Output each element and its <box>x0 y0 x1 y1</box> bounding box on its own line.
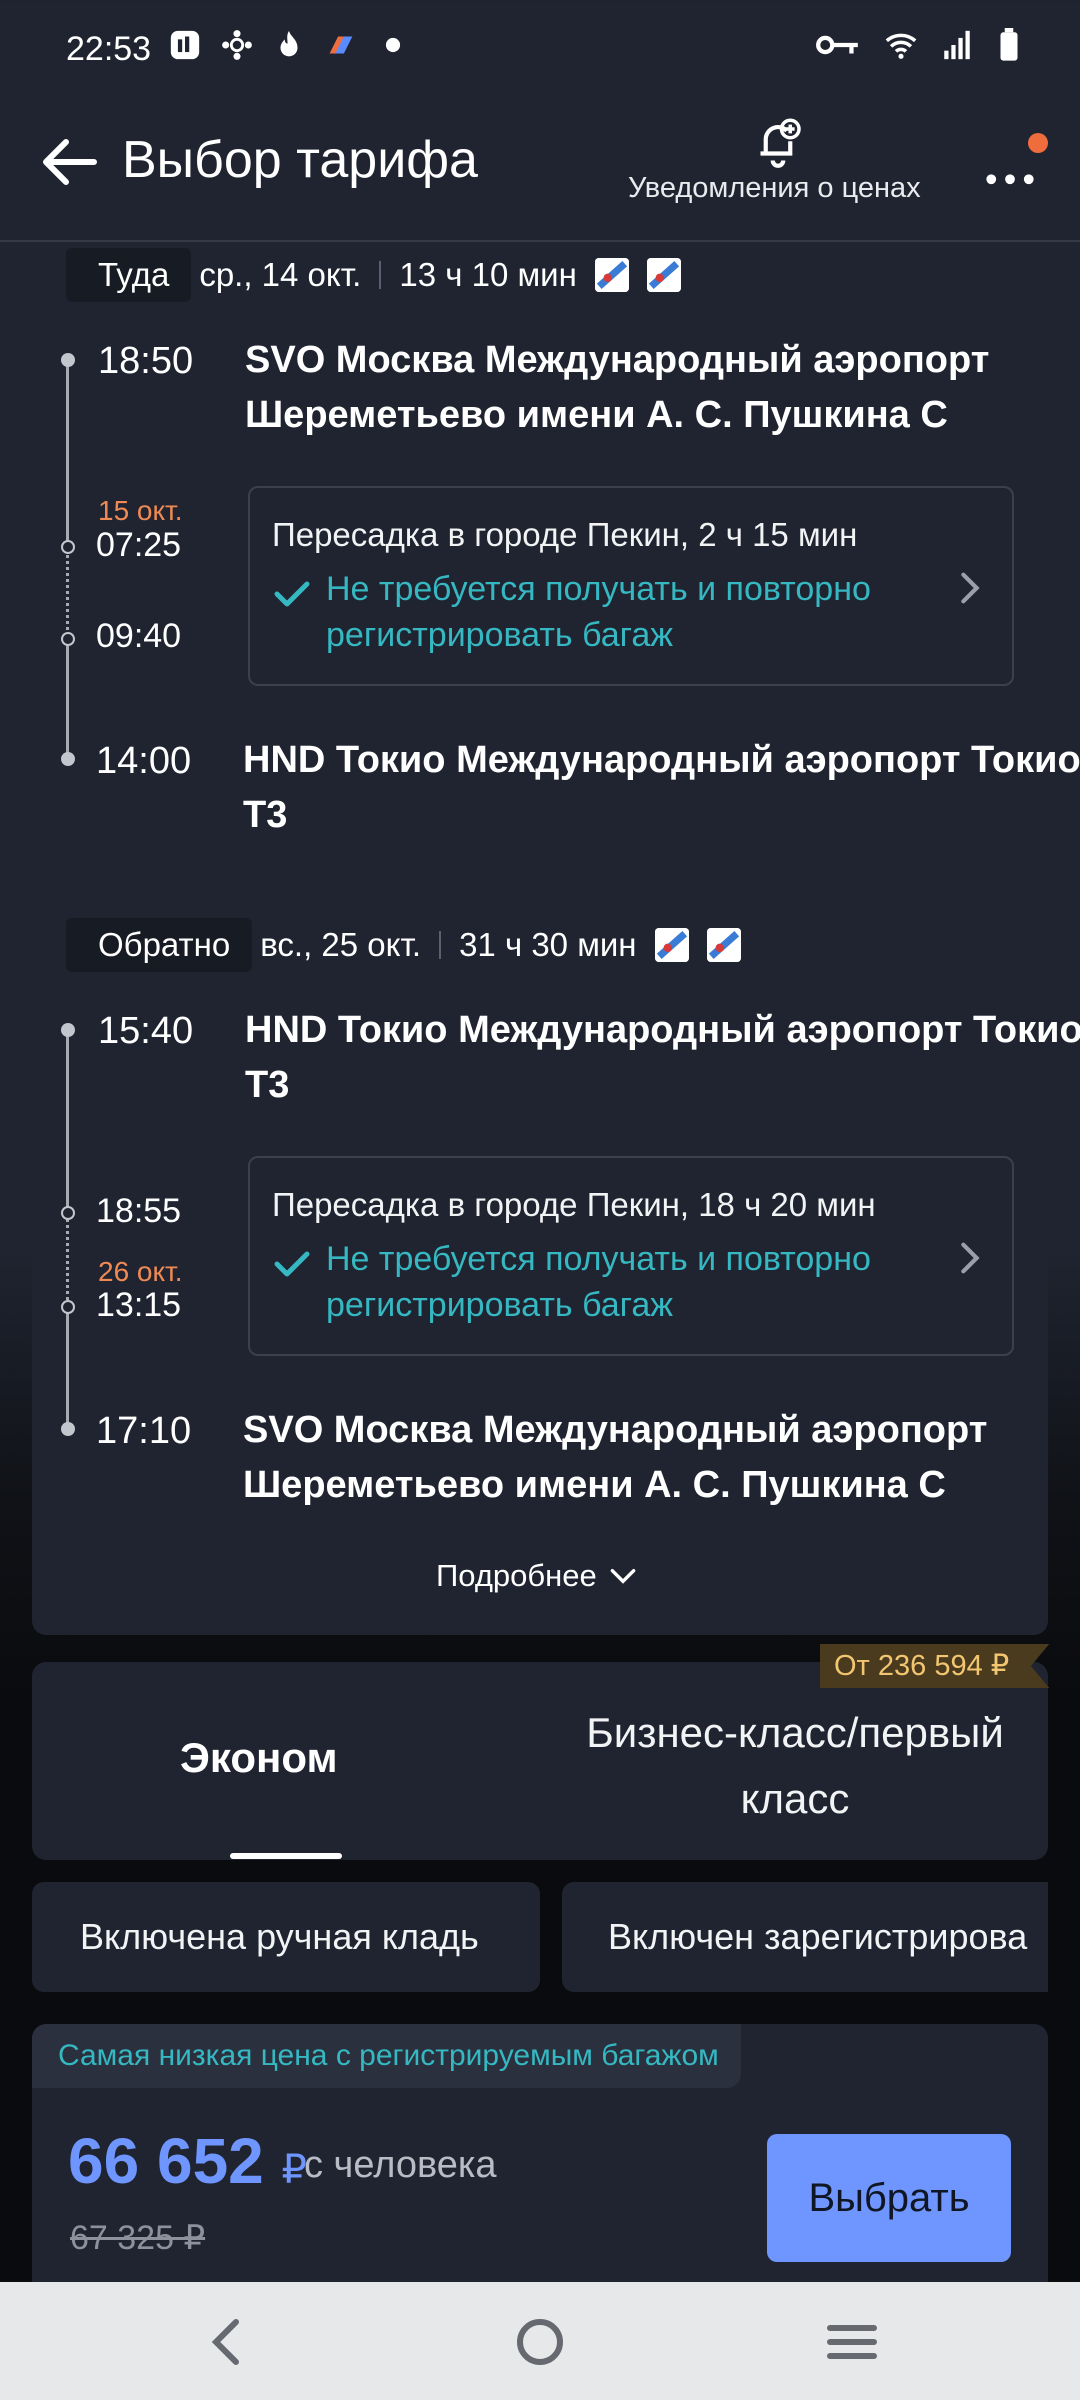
timeline-dot <box>61 1422 75 1436</box>
status-left-icons <box>168 28 410 62</box>
dot-icon <box>385 37 401 53</box>
back-arrow-icon[interactable] <box>38 130 102 194</box>
check-icon <box>274 1251 310 1277</box>
chevron-down-icon <box>610 1569 636 1584</box>
tab-selected-indicator <box>230 1853 342 1859</box>
airline-logo-icon <box>646 258 681 292</box>
status-time: 22:53 <box>66 30 152 68</box>
unread-dot <box>1028 133 1048 153</box>
tab-economy[interactable]: Эконом <box>180 1734 338 1782</box>
transfer-arrive-time: 07:25 <box>96 526 182 564</box>
arrival-time: 14:00 <box>96 740 192 782</box>
transfer-title: Пересадка в городе Пекин, 2 ч 15 мин <box>272 516 858 553</box>
app-badge-icon <box>170 30 200 60</box>
timeline-stop <box>61 632 75 646</box>
timeline-stop <box>61 540 75 554</box>
direction-chip: Туда <box>66 248 192 302</box>
fare-badge: Самая низкая цена с регистрируемым багаж… <box>32 2024 741 2088</box>
arrival-airport: HND Токио Международный аэропорт Токио T… <box>243 739 1080 836</box>
separator <box>439 931 442 959</box>
app-logo-icon <box>329 36 353 54</box>
price-value: 66 652 <box>68 2125 264 2197</box>
price-notifications-label[interactable]: Уведомления о ценах <box>628 172 921 205</box>
status-right-icons <box>814 28 1022 62</box>
flame-icon <box>280 30 298 57</box>
timeline-dot <box>61 353 75 367</box>
battery-icon <box>1000 28 1018 61</box>
separator <box>379 261 382 289</box>
transfer-arrive-time: 18:55 <box>96 1192 182 1230</box>
key-icon <box>816 35 858 55</box>
check-icon <box>274 581 310 607</box>
next-day-date: 15 окт. <box>98 495 183 526</box>
next-day-date: 26 окт. <box>98 1256 183 1287</box>
old-price: 67 325 ₽ <box>70 2219 206 2257</box>
arrival-time: 17:10 <box>96 1410 192 1452</box>
timeline-line <box>66 640 69 760</box>
transfer-depart-time: 09:40 <box>96 617 182 655</box>
timeline-stop <box>61 1300 75 1314</box>
filter-checked-baggage[interactable]: Включен зарегистрирова <box>562 1882 1048 1992</box>
select-fare-button[interactable]: Выбрать <box>767 2134 1011 2262</box>
transfer-info-card[interactable]: Пересадка в городе Пекин, 2 ч 15 мин Не … <box>248 486 1014 686</box>
timeline-transfer-line <box>66 548 69 638</box>
transfer-depart-time: 13:15 <box>96 1286 182 1324</box>
airline-logo-icon <box>706 928 741 962</box>
fare-card: Самая низкая цена с регистрируемым багаж… <box>32 2024 1048 2294</box>
return-header: Обратно вс., 25 окт. 31 ч 30 мин <box>66 918 741 972</box>
arrival-airport: SVO Москва Международный аэропорт Шереме… <box>243 1409 988 1506</box>
timeline-line <box>66 360 69 546</box>
departure-time: 18:50 <box>98 340 194 382</box>
baggage-note: Не требуется получать и повторно регистр… <box>326 570 871 654</box>
filter-carry-on[interactable]: Включена ручная кладь <box>32 1882 540 1992</box>
timeline-dot <box>61 752 75 766</box>
header-divider <box>0 240 1080 242</box>
nav-back-icon[interactable] <box>196 2310 260 2374</box>
timeline-stop <box>61 1206 75 1220</box>
nav-recents-icon[interactable] <box>820 2310 884 2374</box>
business-price-tag: От 236 594 ₽ <box>820 1644 1050 1688</box>
timeline-line <box>66 1030 69 1212</box>
departure-airport: HND Токио Международный аэропорт Токио T… <box>245 1009 1080 1106</box>
settings-flower-icon <box>222 30 252 60</box>
baggage-note: Не требуется получать и повторно регистр… <box>326 1240 871 1324</box>
more-details-label: Подробнее <box>436 1558 597 1593</box>
departure-time: 15:40 <box>98 1010 194 1052</box>
segment-duration: 13 ч 10 мин <box>399 256 577 293</box>
nav-home-icon[interactable] <box>508 2310 572 2374</box>
segment-duration: 31 ч 30 мин <box>459 926 637 963</box>
direction-chip: Обратно <box>66 918 253 972</box>
segment-date: ср., 14 окт. <box>199 256 362 293</box>
transfer-info-card[interactable]: Пересадка в городе Пекин, 18 ч 20 мин Не… <box>248 1156 1014 1356</box>
signal-icon <box>944 30 970 60</box>
price-per-person: с человека <box>304 2144 497 2186</box>
outbound-header: Туда ср., 14 окт. 13 ч 10 мин <box>66 248 681 302</box>
more-details-button[interactable]: Подробнее <box>436 1558 639 1594</box>
tab-business[interactable]: Бизнес-класс/первый класс <box>560 1700 1030 1832</box>
chevron-right-icon <box>961 1242 980 1274</box>
wifi-icon <box>885 33 917 59</box>
page-title: Выбор тарифа <box>122 131 478 189</box>
segment-date: вс., 25 окт. <box>260 926 422 963</box>
fare-price: 66 652 ₽ <box>68 2124 307 2198</box>
airline-logo-icon <box>594 258 629 292</box>
timeline-line <box>66 1308 69 1430</box>
timeline-transfer-line <box>66 1214 69 1306</box>
airline-logo-icon <box>654 928 689 962</box>
price-alert-bell-icon[interactable] <box>750 115 806 171</box>
timeline-dot <box>61 1023 75 1037</box>
chevron-right-icon <box>961 572 980 604</box>
departure-airport: SVO Москва Международный аэропорт Шереме… <box>245 339 990 436</box>
transfer-title: Пересадка в городе Пекин, 18 ч 20 мин <box>272 1186 876 1223</box>
